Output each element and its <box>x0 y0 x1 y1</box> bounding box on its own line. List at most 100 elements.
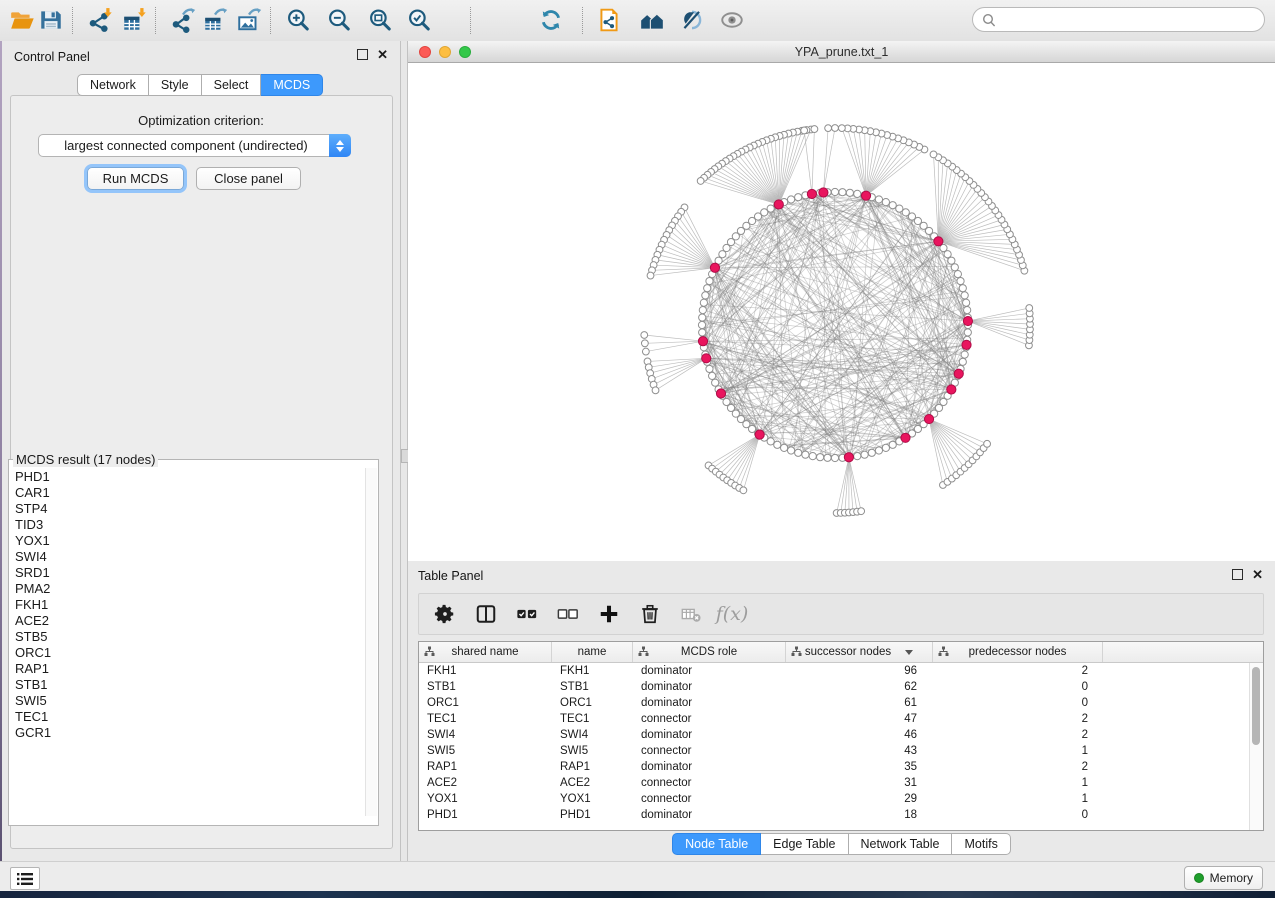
table-cell-name[interactable]: YOX1 <box>552 791 633 807</box>
table-cell-successor-nodes[interactable]: 47 <box>786 711 933 727</box>
export-image-icon[interactable] <box>234 5 264 35</box>
tab-network-table[interactable]: Network Table <box>849 833 953 855</box>
open-file-icon[interactable] <box>7 5 37 35</box>
export-table-icon[interactable] <box>200 5 230 35</box>
table-row[interactable]: YOX1YOX1connector291 <box>419 791 1263 807</box>
table-cell-successor-nodes[interactable]: 61 <box>786 695 933 711</box>
tab-network[interactable]: Network <box>77 74 149 96</box>
table-cell-predecessor-nodes[interactable]: 0 <box>933 807 1103 823</box>
add-column-icon[interactable] <box>597 602 621 626</box>
criterion-dropdown[interactable]: largest connected component (undirected) <box>38 134 351 157</box>
first-neighbors-icon[interactable] <box>637 5 667 35</box>
table-row[interactable]: PHD1PHD1dominator180 <box>419 807 1263 823</box>
table-row[interactable]: TEC1TEC1connector472 <box>419 711 1263 727</box>
table-cell-shared-name[interactable]: STB1 <box>419 679 552 695</box>
close-panel-icon[interactable]: ✕ <box>1252 569 1263 580</box>
tab-style[interactable]: Style <box>149 74 202 96</box>
new-network-from-selection-icon[interactable] <box>594 5 624 35</box>
mcds-result-item[interactable]: ORC1 <box>15 645 372 661</box>
table-cell-predecessor-nodes[interactable]: 1 <box>933 775 1103 791</box>
save-session-icon[interactable] <box>36 5 66 35</box>
mcds-result-item[interactable]: YOX1 <box>15 533 372 549</box>
table-cell-mcds-role[interactable]: connector <box>633 791 786 807</box>
tab-edge-table[interactable]: Edge Table <box>761 833 848 855</box>
close-panel-icon[interactable]: ✕ <box>377 49 388 60</box>
column-header-mcds-role[interactable]: MCDS role <box>633 642 786 662</box>
table-cell-successor-nodes[interactable]: 18 <box>786 807 933 823</box>
table-cell-successor-nodes[interactable]: 35 <box>786 759 933 775</box>
mcds-result-item[interactable]: SRD1 <box>15 565 372 581</box>
table-cell-mcds-role[interactable]: dominator <box>633 679 786 695</box>
table-cell-successor-nodes[interactable]: 29 <box>786 791 933 807</box>
mcds-result-item[interactable]: SWI4 <box>15 549 372 565</box>
column-visibility-icon[interactable] <box>474 602 498 626</box>
table-cell-shared-name[interactable]: ORC1 <box>419 695 552 711</box>
mcds-result-item[interactable]: ACE2 <box>15 613 372 629</box>
table-cell-mcds-role[interactable]: connector <box>633 775 786 791</box>
memory-button[interactable]: Memory <box>1184 866 1263 890</box>
table-cell-name[interactable]: ORC1 <box>552 695 633 711</box>
table-cell-mcds-role[interactable]: dominator <box>633 727 786 743</box>
mcds-result-item[interactable]: PMA2 <box>15 581 372 597</box>
table-cell-predecessor-nodes[interactable]: 2 <box>933 759 1103 775</box>
table-row[interactable]: ORC1ORC1dominator610 <box>419 695 1263 711</box>
table-row[interactable]: STB1STB1dominator620 <box>419 679 1263 695</box>
close-panel-button[interactable]: Close panel <box>196 167 301 190</box>
tab-mcds[interactable]: MCDS <box>261 74 323 96</box>
mcds-result-item[interactable]: STB5 <box>15 629 372 645</box>
column-header-shared-name[interactable]: shared name <box>419 642 552 662</box>
sort-descending-icon[interactable] <box>905 650 913 655</box>
float-panel-icon[interactable] <box>357 49 368 60</box>
mcds-list-scrollbar[interactable] <box>365 468 377 816</box>
mcds-result-item[interactable]: STP4 <box>15 501 372 517</box>
table-cell-predecessor-nodes[interactable]: 2 <box>933 711 1103 727</box>
table-cell-predecessor-nodes[interactable]: 0 <box>933 679 1103 695</box>
table-cell-shared-name[interactable]: SWI5 <box>419 743 552 759</box>
tab-motifs[interactable]: Motifs <box>952 833 1010 855</box>
table-cell-shared-name[interactable]: TEC1 <box>419 711 552 727</box>
mcds-result-item[interactable]: STB1 <box>15 677 372 693</box>
select-all-icon[interactable] <box>515 602 539 626</box>
search-field[interactable] <box>972 7 1265 32</box>
search-input[interactable] <box>1001 12 1264 28</box>
mcds-result-item[interactable]: CAR1 <box>15 485 372 501</box>
table-cell-mcds-role[interactable]: dominator <box>633 695 786 711</box>
mcds-result-item[interactable]: RAP1 <box>15 661 372 677</box>
table-row[interactable]: SWI5SWI5connector431 <box>419 743 1263 759</box>
tab-node-table[interactable]: Node Table <box>672 833 761 855</box>
show-hide-eye-icon[interactable] <box>717 5 747 35</box>
table-scrollbar[interactable] <box>1249 663 1263 831</box>
mcds-result-item[interactable]: FKH1 <box>15 597 372 613</box>
deselect-all-icon[interactable] <box>556 602 580 626</box>
table-cell-successor-nodes[interactable]: 31 <box>786 775 933 791</box>
table-cell-predecessor-nodes[interactable]: 2 <box>933 663 1103 679</box>
graphics-details-icon[interactable] <box>677 5 707 35</box>
column-header-successor-nodes[interactable]: successor nodes <box>786 642 933 662</box>
tab-select[interactable]: Select <box>202 74 262 96</box>
table-cell-shared-name[interactable]: PHD1 <box>419 807 552 823</box>
table-cell-name[interactable]: FKH1 <box>552 663 633 679</box>
table-cell-successor-nodes[interactable]: 43 <box>786 743 933 759</box>
table-cell-name[interactable]: SWI4 <box>552 727 633 743</box>
table-cell-predecessor-nodes[interactable]: 1 <box>933 743 1103 759</box>
mcds-result-item[interactable]: TID3 <box>15 517 372 533</box>
table-row[interactable]: ACE2ACE2connector311 <box>419 775 1263 791</box>
table-cell-predecessor-nodes[interactable]: 2 <box>933 727 1103 743</box>
export-network-icon[interactable] <box>168 5 198 35</box>
run-mcds-button[interactable]: Run MCDS <box>87 167 184 190</box>
table-cell-shared-name[interactable]: SWI4 <box>419 727 552 743</box>
table-cell-mcds-role[interactable]: dominator <box>633 759 786 775</box>
delete-column-icon[interactable] <box>638 602 662 626</box>
table-cell-name[interactable]: TEC1 <box>552 711 633 727</box>
mcds-result-list[interactable]: PHD1CAR1STP4TID3YOX1SWI4SRD1PMA2FKH1ACE2… <box>9 467 378 807</box>
table-cell-name[interactable]: PHD1 <box>552 807 633 823</box>
refresh-layout-icon[interactable] <box>536 5 566 35</box>
table-cell-successor-nodes[interactable]: 46 <box>786 727 933 743</box>
mcds-result-item[interactable]: GCR1 <box>15 725 372 741</box>
column-header-name[interactable]: name <box>552 642 633 662</box>
table-scrollbar-thumb[interactable] <box>1252 667 1260 745</box>
zoom-fit-icon[interactable] <box>365 5 395 35</box>
zoom-selected-icon[interactable] <box>404 5 434 35</box>
table-cell-name[interactable]: SWI5 <box>552 743 633 759</box>
table-cell-shared-name[interactable]: FKH1 <box>419 663 552 679</box>
